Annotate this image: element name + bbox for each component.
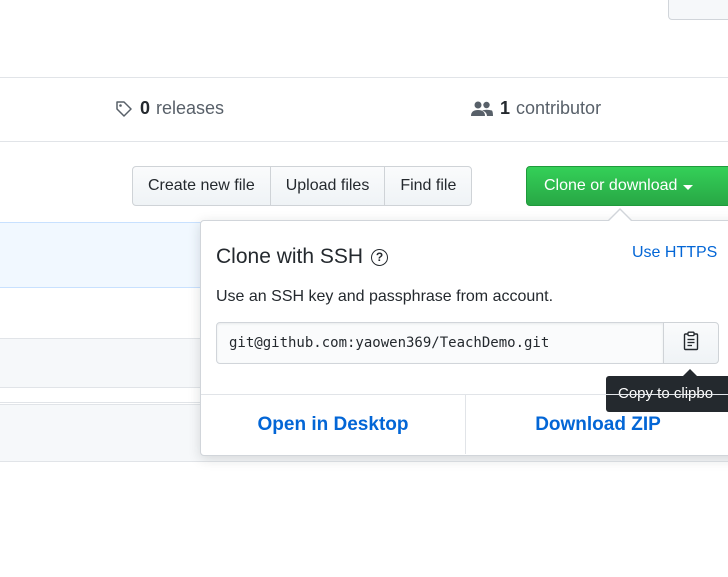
divider-summary [0, 141, 728, 142]
page: 0 releases 1 contributor Create new file… [0, 0, 728, 577]
caret-down-icon [683, 184, 694, 190]
releases-summary[interactable]: 0 releases [114, 98, 224, 119]
open-in-desktop-button[interactable]: Open in Desktop [201, 395, 465, 454]
people-icon [470, 100, 494, 118]
clone-title: Clone with SSH ? [216, 245, 389, 269]
releases-count: 0 [140, 98, 151, 118]
clone-url-input[interactable] [216, 322, 664, 364]
upload-files-button[interactable]: Upload files [269, 166, 386, 206]
clone-description: Use an SSH key and passphrase from accou… [216, 288, 554, 305]
clone-title-text: Clone with SSH [216, 245, 364, 268]
copy-to-clipboard-button[interactable] [663, 322, 719, 364]
clipboard-icon [683, 331, 699, 356]
header-button-partial[interactable] [668, 0, 728, 20]
tooltip-pointer [683, 369, 697, 376]
create-new-file-button[interactable]: Create new file [132, 166, 271, 206]
clone-or-download-label: Clone or download [544, 177, 678, 194]
tag-icon [114, 99, 134, 119]
contributors-label: contributor [516, 98, 602, 118]
dropdown-pointer-fill [609, 210, 631, 221]
find-file-button[interactable]: Find file [384, 166, 473, 206]
file-actions-group: Create new file Upload files Find file [132, 166, 473, 206]
contributors-count: 1 [500, 98, 511, 118]
divider-top [0, 77, 728, 78]
download-zip-button[interactable]: Download ZIP [466, 395, 728, 454]
use-https-link[interactable]: Use HTTPS [632, 244, 717, 262]
clone-or-download-button[interactable]: Clone or download [526, 166, 728, 206]
question-icon[interactable]: ? [371, 248, 389, 266]
contributors-summary[interactable]: 1 contributor [470, 98, 601, 119]
releases-label: releases [156, 98, 225, 118]
